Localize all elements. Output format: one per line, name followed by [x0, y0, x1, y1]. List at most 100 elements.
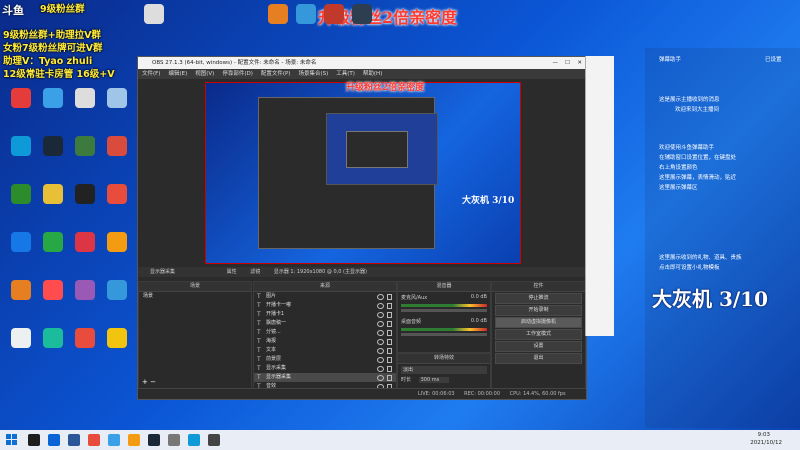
desktop-icon[interactable] [37, 280, 69, 300]
visibility-icon[interactable] [377, 303, 384, 309]
close-icon[interactable]: ✕ [577, 57, 582, 69]
taskbar-app-icon[interactable] [68, 434, 80, 446]
lock-icon[interactable] [387, 321, 392, 327]
lock-icon[interactable] [387, 330, 392, 336]
source-item[interactable]: T 飘唐稿一 [254, 319, 396, 328]
control-button[interactable]: 启动虚拟摄像机 [495, 317, 582, 328]
menu-item[interactable]: 工具(T) [336, 71, 355, 77]
visibility-icon[interactable] [377, 339, 384, 345]
visibility-icon[interactable] [377, 312, 384, 318]
source-item[interactable]: T 开播卡一嘟 [254, 301, 396, 310]
taskbar-app-icon[interactable] [208, 434, 220, 446]
taskbar-app-icon[interactable] [168, 434, 180, 446]
desktop-icon[interactable] [346, 4, 378, 24]
desktop-icon[interactable] [101, 136, 133, 156]
desktop-icon[interactable] [101, 328, 133, 348]
source-item[interactable]: T 前景层 [254, 355, 396, 364]
desktop-icon[interactable] [37, 184, 69, 204]
taskbar-app-icon[interactable] [48, 434, 60, 446]
obs-window[interactable]: OBS 27.1.3 (64-bit, windows) - 配置文件: 未命名… [137, 56, 587, 400]
lock-icon[interactable] [387, 357, 392, 363]
obs-preview[interactable]: 升级粉丝2倍亲密度 大灰机 3/10 [205, 82, 521, 264]
source-item[interactable]: T 分镜... [254, 328, 396, 337]
desktop-icon[interactable] [69, 280, 101, 300]
control-button[interactable]: 停止推流 [495, 293, 582, 304]
desktop-icon[interactable] [5, 232, 37, 252]
menu-item[interactable]: 编辑(E) [168, 71, 187, 77]
source-item[interactable]: T 海报 [254, 337, 396, 346]
desktop-icon[interactable] [101, 232, 133, 252]
lock-icon[interactable] [387, 375, 392, 381]
desktop-icon[interactable] [37, 136, 69, 156]
desktop-icon[interactable] [37, 328, 69, 348]
menu-item[interactable]: 文件(F) [142, 71, 160, 77]
desktop-icon[interactable] [5, 136, 37, 156]
desktop-icon[interactable] [69, 184, 101, 204]
lock-icon[interactable] [387, 366, 392, 372]
desktop-icon[interactable] [69, 136, 101, 156]
desktop-icon[interactable] [101, 88, 133, 108]
source-item[interactable]: T 图片 [254, 292, 396, 301]
control-button[interactable]: 工作室模式 [495, 329, 582, 340]
desktop-icon[interactable] [5, 184, 37, 204]
visibility-icon[interactable] [377, 348, 384, 354]
desktop-icon[interactable] [101, 280, 133, 300]
desktop-icon[interactable] [37, 88, 69, 108]
lock-icon[interactable] [387, 312, 392, 318]
clock-time[interactable]: 9:03 [758, 432, 770, 438]
visibility-icon[interactable] [377, 375, 384, 381]
filters-button[interactable]: 滤镜 [250, 269, 260, 275]
transition-select[interactable]: 淡出 [401, 366, 487, 374]
start-button[interactable] [6, 434, 18, 446]
desktop-icon[interactable] [69, 328, 101, 348]
duration-input[interactable]: 300 ms [418, 377, 450, 383]
minimize-icon[interactable]: — [553, 57, 559, 69]
taskbar-app-icon[interactable] [148, 434, 160, 446]
visibility-icon[interactable] [377, 366, 384, 372]
desktop-icon[interactable] [138, 4, 170, 24]
taskbar-app-icon[interactable] [128, 434, 140, 446]
desktop-icon[interactable] [5, 328, 37, 348]
source-item[interactable]: T 显示采集 [254, 364, 396, 373]
maximize-icon[interactable]: ☐ [565, 57, 570, 69]
menu-item[interactable]: 帮助(H) [363, 71, 382, 77]
taskbar-app-icon[interactable] [188, 434, 200, 446]
lock-icon[interactable] [387, 348, 392, 354]
taskbar-app-icon[interactable] [108, 434, 120, 446]
desktop-slider[interactable] [401, 333, 487, 336]
lock-icon[interactable] [387, 339, 392, 345]
visibility-icon[interactable] [377, 321, 384, 327]
control-button[interactable]: 退出 [495, 353, 582, 364]
obs-titlebar[interactable]: OBS 27.1.3 (64-bit, windows) - 配置文件: 未命名… [138, 57, 586, 69]
mic-track-level: 0.0 dB [470, 294, 487, 300]
display-select[interactable]: 显示器 1: 1920x1080 @ 0,0 (主显示器) [274, 269, 367, 275]
taskbar-app-icon[interactable] [88, 434, 100, 446]
desktop-icon[interactable] [5, 280, 37, 300]
taskbar-app-icon[interactable] [28, 434, 40, 446]
source-item[interactable]: T 显示器采集 [254, 373, 396, 382]
control-button[interactable]: 设置 [495, 341, 582, 352]
desktop-icon[interactable] [37, 232, 69, 252]
clock-date[interactable]: 2021/10/12 [750, 440, 782, 446]
mic-slider[interactable] [401, 309, 487, 312]
desktop-icon[interactable] [5, 88, 37, 108]
menu-item[interactable]: 场景集合(S) [298, 71, 328, 77]
source-item[interactable]: T 文本 [254, 346, 396, 355]
visibility-icon[interactable] [377, 357, 384, 363]
properties-button[interactable]: 属性 [227, 269, 237, 275]
lock-icon[interactable] [387, 303, 392, 309]
menu-item[interactable]: 停靠部件(D) [222, 71, 253, 77]
menu-item[interactable]: 视图(V) [195, 71, 214, 77]
control-button[interactable]: 开始录制 [495, 305, 582, 316]
menu-item[interactable]: 配置文件(P) [261, 71, 291, 77]
panel-tab[interactable]: 已设置 [765, 56, 782, 64]
desktop-icon[interactable] [69, 88, 101, 108]
lock-icon[interactable] [387, 294, 392, 300]
visibility-icon[interactable] [377, 330, 384, 336]
visibility-icon[interactable] [377, 294, 384, 300]
source-item[interactable]: T 开播卡1 [254, 310, 396, 319]
scene-add-icon[interactable]: + − [142, 378, 156, 386]
desktop-icon[interactable] [69, 232, 101, 252]
desktop-icon[interactable] [101, 184, 133, 204]
scene-item[interactable]: 场景 [139, 292, 251, 301]
